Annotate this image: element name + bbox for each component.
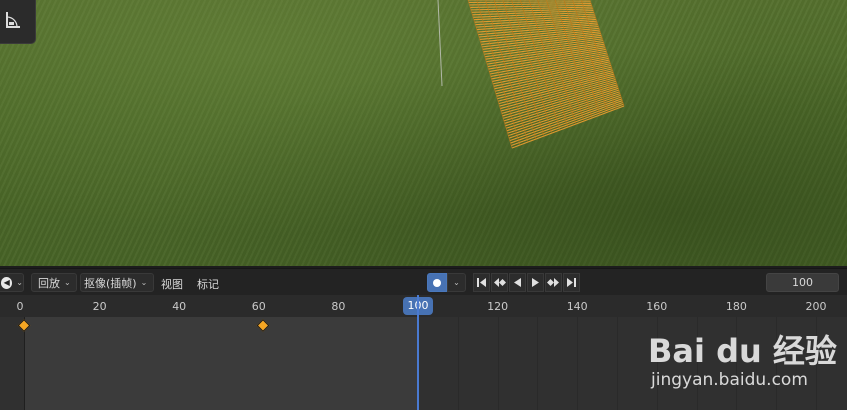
prev-keyframe-icon <box>494 278 506 287</box>
frame-tick-label: 20 <box>92 300 107 313</box>
playhead-line[interactable] <box>417 295 419 410</box>
frame-tick-label: 120 <box>487 300 509 313</box>
timeline-grid-line <box>537 317 539 410</box>
frame-tick-label: 60 <box>251 300 266 313</box>
chevron-down-icon: ⌄ <box>16 278 23 287</box>
keying-menu[interactable]: 抠像(插帧) ⌄ <box>80 273 154 292</box>
timeline-grid-line <box>656 317 658 410</box>
prev-keyframe-button[interactable] <box>491 273 508 292</box>
next-keyframe-button[interactable] <box>545 273 562 292</box>
timeline-grid-line <box>776 317 778 410</box>
view-menu[interactable]: 视图 <box>161 276 183 292</box>
timeline-editor-icon: ◀ <box>1 276 13 289</box>
keying-menu-label: 抠像(插帧) <box>84 276 137 290</box>
timeline-header: ◀ ⌄ 回放 ⌄ 抠像(插帧) ⌄ 视图 标记 ⌄ 100 <box>0 268 847 296</box>
frame-tick-label: 140 <box>566 300 588 313</box>
record-dot-icon <box>433 278 441 287</box>
next-keyframe-icon <box>547 278 559 287</box>
chevron-down-icon: ⌄ <box>140 278 148 287</box>
chevron-down-icon: ⌄ <box>453 278 460 287</box>
jump-start-icon <box>477 278 486 287</box>
jump-end-icon <box>567 278 576 287</box>
frame-tick-label: 0 <box>16 300 24 313</box>
keyframe-track-area[interactable] <box>0 295 847 410</box>
current-frame-value: 100 <box>792 276 813 289</box>
frame-tick-label: 180 <box>725 300 747 313</box>
timeline-grid-line <box>696 317 698 410</box>
play-reverse-button[interactable] <box>509 273 526 292</box>
editor-type-button[interactable]: ◀ ⌄ <box>0 273 24 292</box>
frame-ruler[interactable]: 0 20 40 60 80 100 120 140 160 180 200 10… <box>0 295 847 317</box>
frame-tick-label: 80 <box>331 300 346 313</box>
playback-menu-label: 回放 <box>38 276 60 290</box>
timeline-grid-line <box>457 317 459 410</box>
play-button[interactable] <box>527 273 544 292</box>
timeline-grid-line <box>736 317 738 410</box>
playback-controls <box>473 273 581 292</box>
timeline-grid-line <box>617 317 618 410</box>
scene-frame-range <box>24 317 418 410</box>
frame-tick-label: 200 <box>805 300 827 313</box>
frame-tick-label: 40 <box>172 300 187 313</box>
marker-menu[interactable]: 标记 <box>197 276 219 292</box>
auto-keying-options-dropdown[interactable]: ⌄ <box>447 273 466 292</box>
frame-tick-label: 160 <box>646 300 668 313</box>
cloth-mesh[interactable] <box>0 0 847 266</box>
current-frame-field[interactable]: 100 <box>766 273 839 292</box>
3d-viewport[interactable] <box>0 0 847 266</box>
timeline-grid-line <box>816 317 817 410</box>
jump-to-start-button[interactable] <box>473 273 490 292</box>
timeline-grid-line <box>577 317 579 410</box>
play-reverse-icon <box>514 278 521 287</box>
play-icon <box>532 278 539 287</box>
chevron-down-icon: ⌄ <box>64 278 71 287</box>
auto-keying-toggle[interactable] <box>427 273 447 292</box>
jump-to-end-button[interactable] <box>563 273 580 292</box>
timeline-grid-line <box>497 317 499 410</box>
playback-menu[interactable]: 回放 ⌄ <box>31 273 77 292</box>
